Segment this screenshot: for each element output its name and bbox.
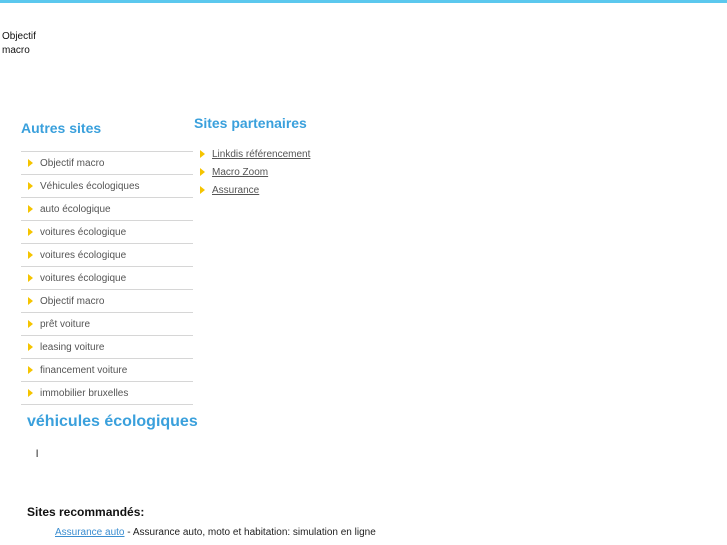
autres-sites-item[interactable]: voitures écologique (21, 221, 193, 244)
partner-link[interactable]: Macro Zoom (212, 167, 268, 178)
partner-item: Macro Zoom (200, 163, 310, 181)
autres-sites-item[interactable]: leasing voiture (21, 336, 193, 359)
page-body-text: l (36, 449, 39, 460)
autres-sites-item[interactable]: Objectif macro (21, 290, 193, 313)
autres-sites-item[interactable]: immobilier bruxelles (21, 382, 193, 405)
autres-sites-title: Autres sites (21, 120, 102, 136)
sites-recommandes-title: Sites recommandés: (27, 505, 145, 519)
arrow-right-icon (28, 366, 33, 374)
autres-sites-list: Objectif macro Véhicules écologiques aut… (21, 151, 193, 405)
page-title: véhicules écologiques (27, 413, 198, 430)
recommended-description: - Assurance auto, moto et habitation: si… (124, 527, 376, 538)
partner-item: Linkdis référencement (200, 145, 310, 163)
autres-sites-item[interactable]: prêt voiture (21, 313, 193, 336)
arrow-right-icon (200, 168, 205, 176)
autres-sites-item[interactable]: financement voiture (21, 359, 193, 382)
arrow-right-icon (28, 274, 33, 282)
arrow-right-icon (28, 159, 33, 167)
arrow-right-icon (28, 320, 33, 328)
autres-sites-item[interactable]: voitures écologique (21, 267, 193, 290)
logo-text[interactable]: Objectif macro (2, 30, 52, 58)
autres-sites-item[interactable]: auto écologique (21, 198, 193, 221)
autres-sites-item[interactable]: Véhicules écologiques (21, 175, 193, 198)
arrow-right-icon (200, 150, 205, 158)
partner-item: Assurance (200, 181, 310, 199)
arrow-right-icon (28, 343, 33, 351)
autres-sites-item[interactable]: voitures écologique (21, 244, 193, 267)
top-bar (0, 0, 727, 3)
autres-sites-item[interactable]: Objectif macro (21, 152, 193, 175)
recommended-line: Assurance auto - Assurance auto, moto et… (55, 527, 376, 538)
arrow-right-icon (28, 389, 33, 397)
arrow-right-icon (28, 228, 33, 236)
sites-partenaires-list: Linkdis référencement Macro Zoom Assuran… (200, 145, 310, 199)
partner-link[interactable]: Linkdis référencement (212, 149, 310, 160)
arrow-right-icon (200, 186, 205, 194)
arrow-right-icon (28, 182, 33, 190)
sites-partenaires-title: Sites partenaires (194, 115, 307, 131)
partner-link[interactable]: Assurance (212, 185, 259, 196)
recommended-link[interactable]: Assurance auto (55, 527, 125, 538)
arrow-right-icon (28, 297, 33, 305)
arrow-right-icon (28, 251, 33, 259)
arrow-right-icon (28, 205, 33, 213)
